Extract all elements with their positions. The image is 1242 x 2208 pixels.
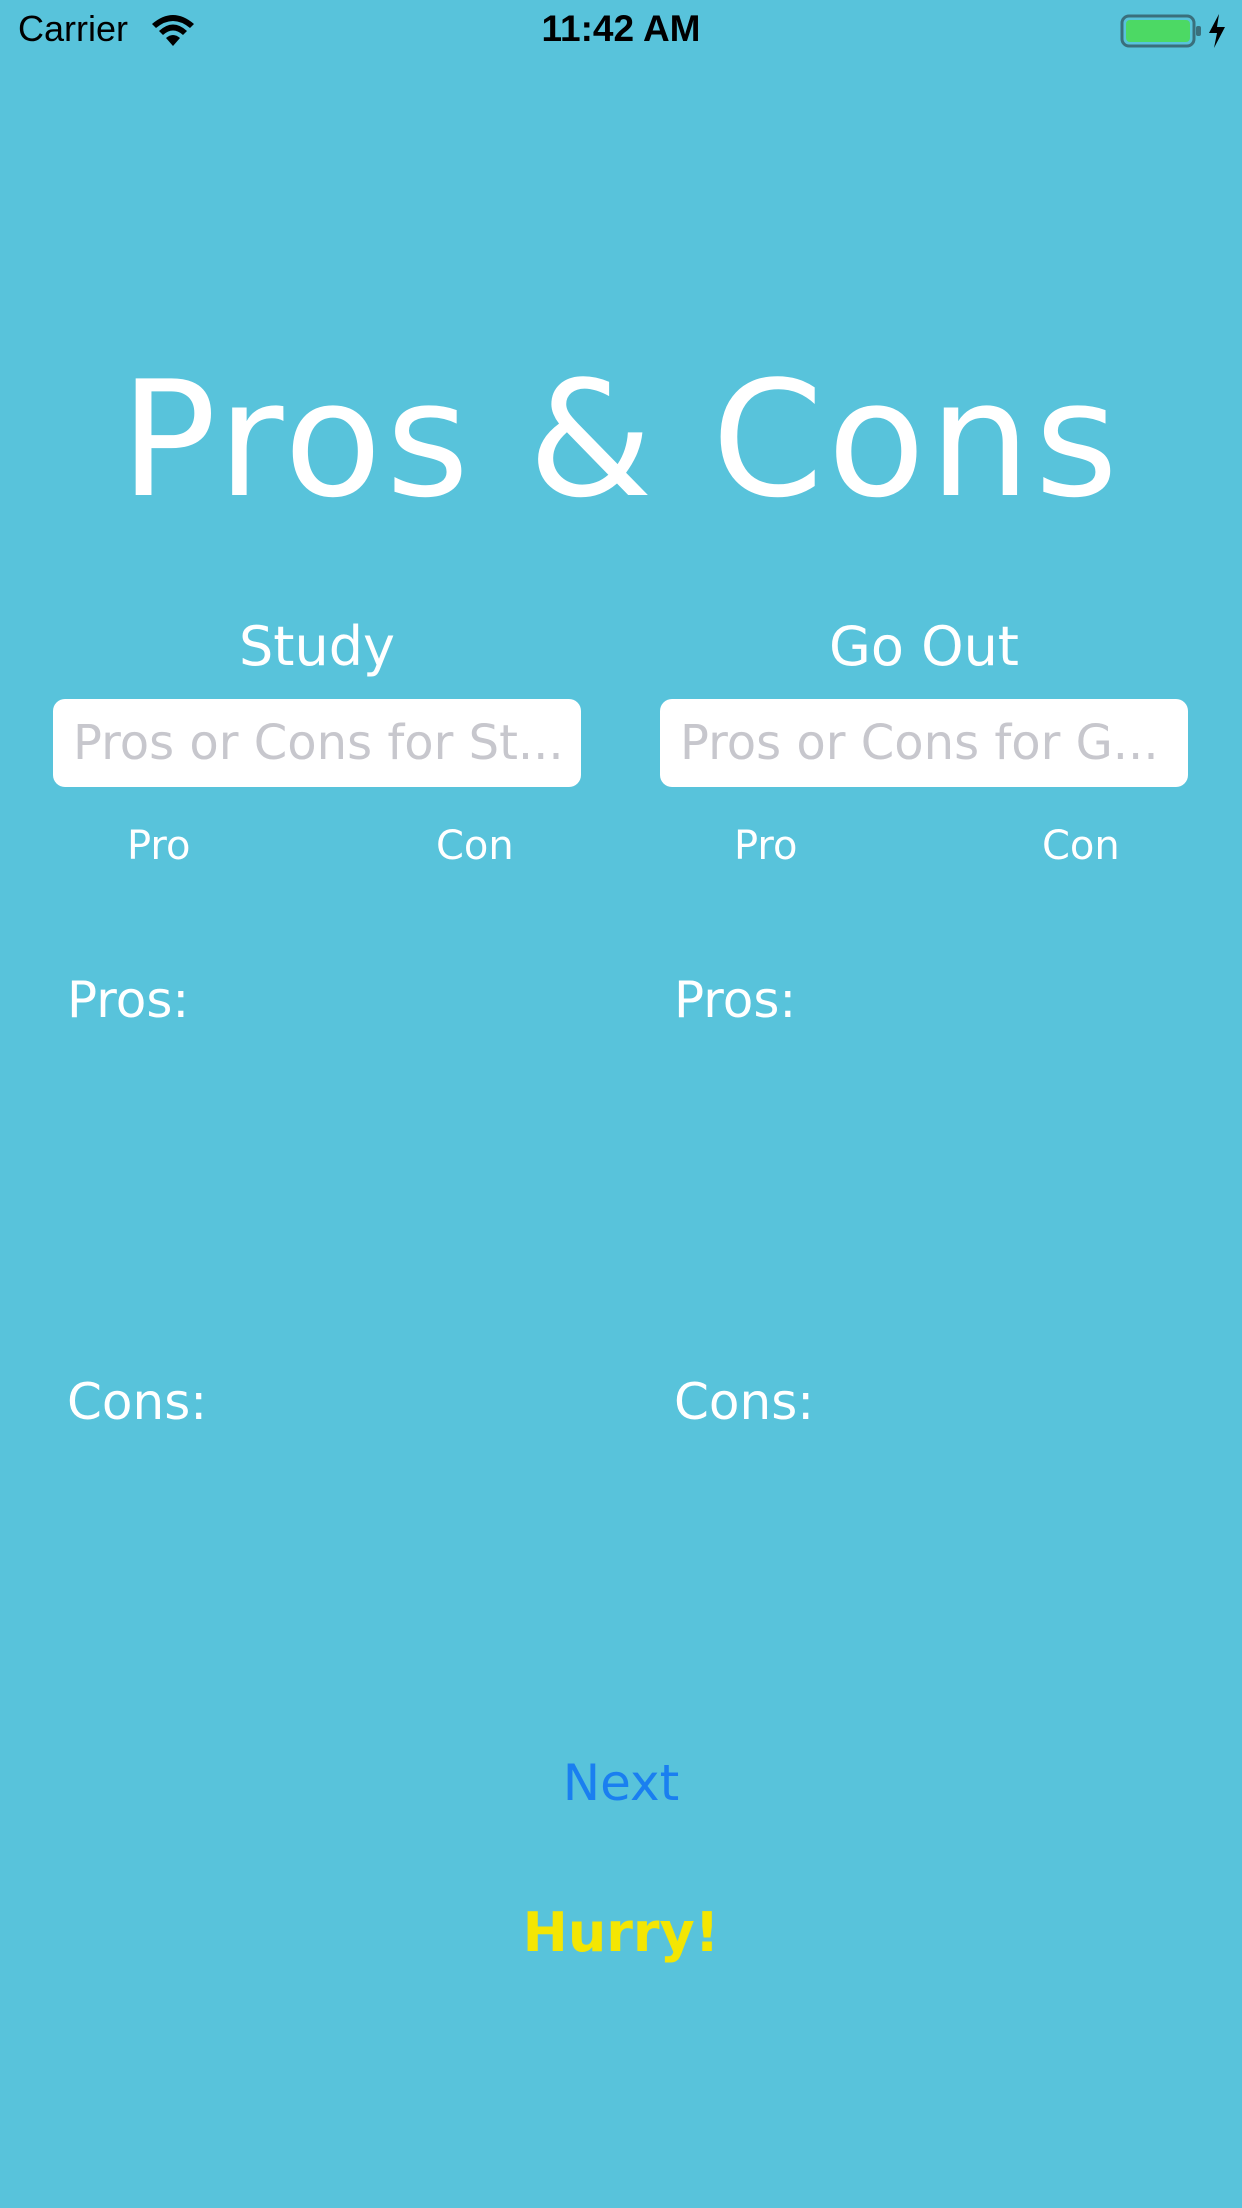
- go-out-input-field[interactable]: [660, 699, 1188, 787]
- battery-icon: [1120, 14, 1201, 48]
- column-heading-study: Study: [239, 615, 395, 678]
- go-out-cons-label: Cons:: [674, 1373, 815, 1431]
- go-out-pro-button[interactable]: Pro: [734, 821, 797, 871]
- status-time: 11:42 AM: [541, 8, 701, 49]
- charging-bolt-icon: [1209, 14, 1225, 48]
- hurry-label: Hurry!: [522, 1901, 720, 1964]
- study-input[interactable]: [73, 715, 561, 771]
- next-button[interactable]: Next: [0, 1750, 1242, 1816]
- study-con-button[interactable]: Con: [436, 821, 514, 871]
- study-cons-label: Cons:: [67, 1373, 208, 1431]
- page-title: Pros & Cons: [119, 346, 1123, 533]
- go-out-pros-label: Pros:: [674, 971, 797, 1029]
- go-out-con-button[interactable]: Con: [1042, 821, 1120, 871]
- study-input-field[interactable]: [53, 699, 581, 787]
- go-out-input[interactable]: [680, 715, 1168, 771]
- column-heading-go-out: Go Out: [829, 615, 1019, 678]
- study-pros-label: Pros:: [67, 971, 190, 1029]
- study-pro-button[interactable]: Pro: [127, 821, 190, 871]
